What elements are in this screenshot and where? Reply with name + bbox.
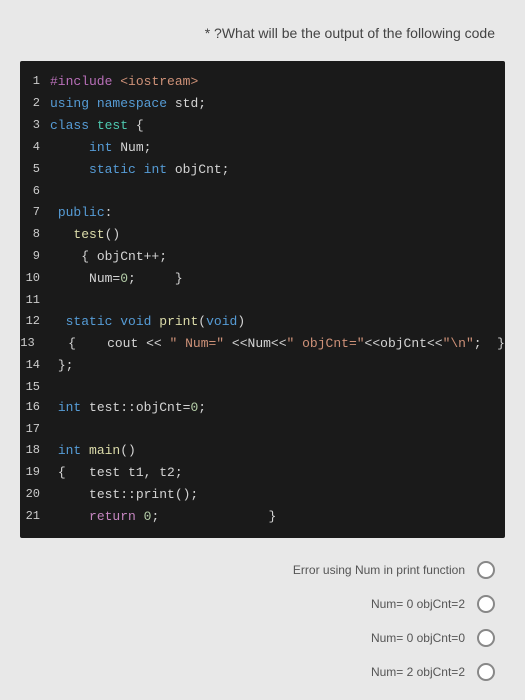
code-text: { test t1, t2; <box>50 462 505 484</box>
line-number: 16 <box>20 397 50 419</box>
line-number: 19 <box>20 462 50 484</box>
code-line: 6 <box>20 181 505 201</box>
code-text: test() <box>50 224 505 246</box>
code-line: 21 return 0; } <box>20 506 505 528</box>
line-number: 12 <box>20 311 50 333</box>
line-number: 9 <box>20 246 50 268</box>
line-number: 6 <box>20 181 50 201</box>
code-line: 18 int main() <box>20 440 505 462</box>
line-number: 11 <box>20 290 50 310</box>
line-number: 2 <box>20 93 50 115</box>
radio-icon[interactable] <box>477 663 495 681</box>
option-label: Error using Num in print function <box>293 563 465 577</box>
code-text: static void print(void) <box>50 311 505 333</box>
radio-icon[interactable] <box>477 629 495 647</box>
option-label: Num= 2 objCnt=2 <box>371 665 465 679</box>
line-number: 3 <box>20 115 50 137</box>
code-text: public: <box>50 202 505 224</box>
code-text: }; <box>50 355 505 377</box>
line-number: 20 <box>20 484 50 506</box>
line-number: 8 <box>20 224 50 246</box>
code-line: 14 }; <box>20 355 505 377</box>
code-line: 16 int test::objCnt=0; <box>20 397 505 419</box>
code-line: 8 test() <box>20 224 505 246</box>
code-text: #include <iostream> <box>50 71 505 93</box>
code-line: 4 int Num; <box>20 137 505 159</box>
line-number: 21 <box>20 506 50 528</box>
code-line: 13 { cout << " Num=" <<Num<<" objCnt="<<… <box>20 333 505 355</box>
answer-option[interactable]: Error using Num in print function <box>30 553 495 587</box>
code-text: int test::objCnt=0; <box>50 397 505 419</box>
line-number: 7 <box>20 202 50 224</box>
line-number: 15 <box>20 377 50 397</box>
code-text: int main() <box>50 440 505 462</box>
code-line: 9 { objCnt++; <box>20 246 505 268</box>
code-line: 11 <box>20 290 505 310</box>
radio-icon[interactable] <box>477 561 495 579</box>
code-line: 15 <box>20 377 505 397</box>
code-text: Num=0; } <box>50 268 505 290</box>
code-text: using namespace std; <box>50 93 505 115</box>
code-line: 12 static void print(void) <box>20 311 505 333</box>
line-number: 5 <box>20 159 50 181</box>
line-number: 18 <box>20 440 50 462</box>
code-text <box>50 419 505 439</box>
code-line: 3class test { <box>20 115 505 137</box>
code-line: 10 Num=0; } <box>20 268 505 290</box>
code-line: 1#include <iostream> <box>20 71 505 93</box>
code-text: return 0; } <box>50 506 505 528</box>
code-text <box>50 377 505 397</box>
code-text <box>50 181 505 201</box>
code-text: test::print(); <box>50 484 505 506</box>
code-block: 1#include <iostream>2using namespace std… <box>20 61 505 538</box>
code-text: int Num; <box>50 137 505 159</box>
line-number: 17 <box>20 419 50 439</box>
line-number: 10 <box>20 268 50 290</box>
answer-options: Error using Num in print function Num= 0 … <box>20 553 505 689</box>
code-text: { objCnt++; <box>50 246 505 268</box>
code-line: 7 public: <box>20 202 505 224</box>
code-text: class test { <box>50 115 505 137</box>
radio-icon[interactable] <box>477 595 495 613</box>
code-line: 20 test::print(); <box>20 484 505 506</box>
option-label: Num= 0 objCnt=2 <box>371 597 465 611</box>
line-number: 4 <box>20 137 50 159</box>
answer-option[interactable]: Num= 2 objCnt=2 <box>30 655 495 689</box>
code-line: 5 static int objCnt; <box>20 159 505 181</box>
code-text: static int objCnt; <box>50 159 505 181</box>
line-number: 14 <box>20 355 50 377</box>
code-text <box>50 290 505 310</box>
question-text: * ?What will be the output of the follow… <box>20 10 505 61</box>
line-number: 13 <box>20 333 45 355</box>
option-label: Num= 0 objCnt=0 <box>371 631 465 645</box>
answer-option[interactable]: Num= 0 objCnt=0 <box>30 621 495 655</box>
code-line: 19 { test t1, t2; <box>20 462 505 484</box>
code-text: { cout << " Num=" <<Num<<" objCnt="<<obj… <box>45 333 505 355</box>
code-line: 17 <box>20 419 505 439</box>
line-number: 1 <box>20 71 50 93</box>
code-line: 2using namespace std; <box>20 93 505 115</box>
answer-option[interactable]: Num= 0 objCnt=2 <box>30 587 495 621</box>
